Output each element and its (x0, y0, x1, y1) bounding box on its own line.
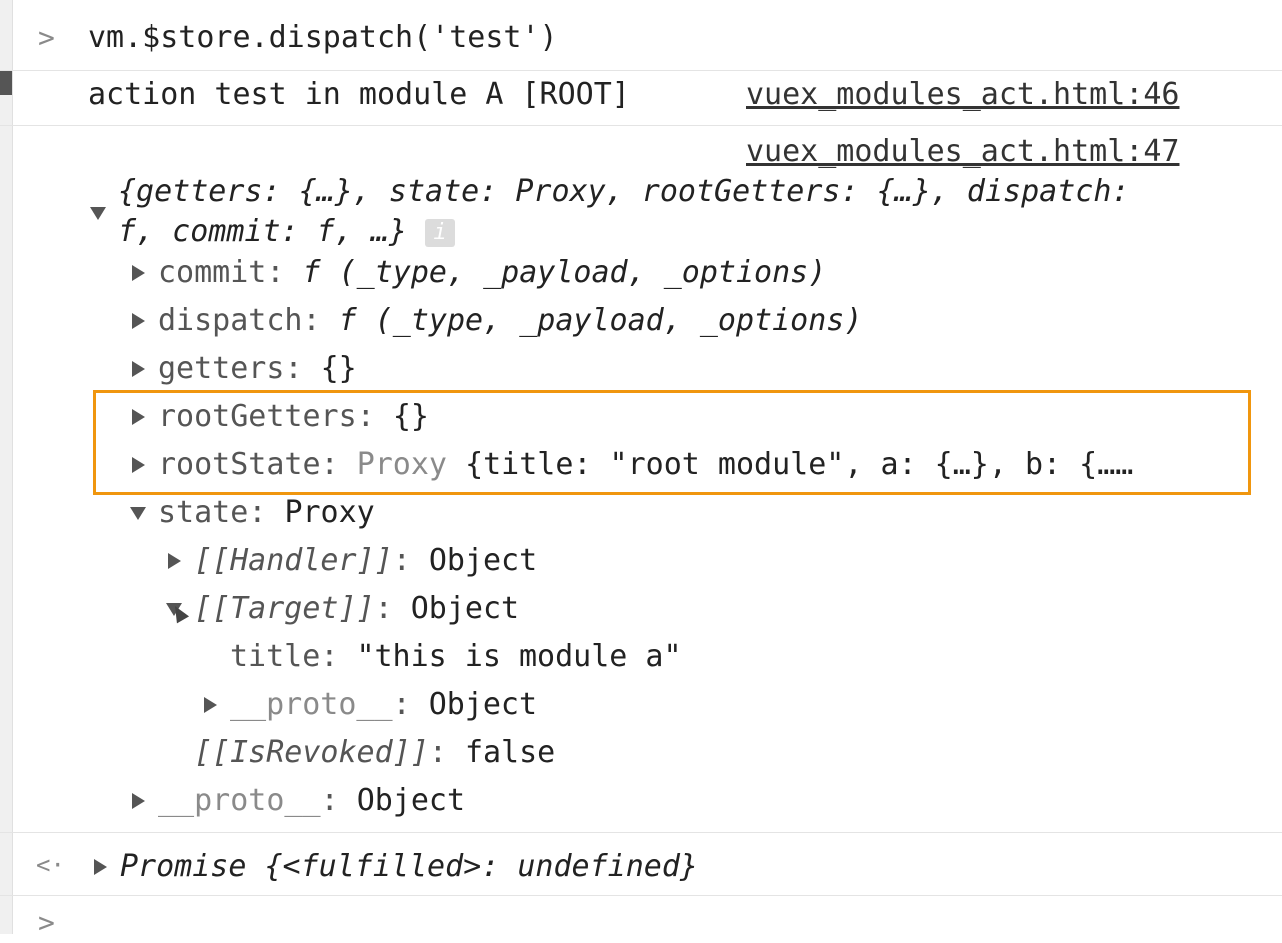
chevron-right-icon (203, 697, 217, 713)
return-arrow-icon: <· (36, 851, 65, 879)
input-command[interactable]: vm.$store.dispatch('test') (88, 18, 558, 58)
expand-toggle[interactable] (202, 685, 218, 725)
prop-proxy-label: Proxy (356, 447, 447, 482)
object-summary-text: f, commit: f, …} (118, 214, 407, 249)
prop-key: commit (158, 255, 267, 290)
expand-toggle[interactable] (92, 847, 108, 887)
prop-key: __proto__ (158, 783, 321, 818)
object-summary[interactable]: {getters: {…}, state: Proxy, rootGetters… (118, 172, 1129, 212)
prop-value: Object (428, 543, 538, 578)
divider (0, 70, 1282, 71)
prop-key: [[IsRevoked]] (194, 735, 429, 770)
expand-toggle[interactable] (130, 253, 146, 293)
expand-toggle[interactable] (90, 193, 106, 233)
gutter-marker (0, 70, 12, 95)
prop-key: state (158, 495, 249, 530)
chevron-down-icon (90, 206, 106, 220)
info-icon[interactable]: i (425, 218, 456, 247)
prop-value: {} (320, 351, 357, 386)
chevron-right-icon (131, 793, 145, 809)
prop-commit[interactable]: commit: f (_type, _payload, _options) (158, 253, 826, 293)
prop-proto-outer[interactable]: __proto__: Object (158, 781, 465, 821)
prop-value: Object (428, 687, 538, 722)
prop-key: getters (158, 351, 285, 386)
expand-toggle[interactable] (130, 301, 146, 341)
chevron-down-icon (130, 506, 146, 520)
divider (0, 832, 1282, 833)
chevron-right-icon (131, 313, 145, 329)
prop-value: f (_type, _payload, _options) (302, 255, 827, 290)
chevron-right-icon (131, 265, 145, 281)
object-summary-cont[interactable]: f, commit: f, …} i (118, 212, 456, 252)
console-gutter (0, 0, 13, 934)
log-source-link[interactable]: vuex_modules_act.html:46 (746, 75, 1179, 115)
expand-toggle[interactable] (130, 445, 146, 485)
log-message: action test in module A [ROOT] (88, 77, 630, 112)
divider (0, 125, 1282, 126)
expand-toggle[interactable] (130, 349, 146, 389)
prop-key: [[Handler]] (194, 543, 393, 578)
chevron-right-icon (131, 457, 145, 473)
prop-value: Object (410, 591, 520, 626)
prop-rootState[interactable]: rootState: Proxy {title: "root module", … (158, 445, 1133, 485)
expand-toggle[interactable] (130, 493, 146, 533)
prop-key: __proto__ (230, 687, 393, 722)
expand-toggle[interactable] (130, 781, 146, 821)
prop-value: {title: "root module", a: {…}, b: {…… (465, 447, 1134, 482)
prop-key: rootState (158, 447, 321, 482)
input-prompt-icon: > (38, 21, 55, 54)
prop-rootGetters[interactable]: rootGetters: {} (158, 397, 429, 437)
prop-isrevoked[interactable]: [[IsRevoked]]: false (194, 733, 555, 773)
prop-key: title (230, 639, 321, 674)
prop-value: {} (392, 399, 429, 434)
prop-value: Object (356, 783, 466, 818)
prop-state[interactable]: state: Proxy (158, 493, 375, 533)
prop-key: [[Target]] (194, 591, 375, 626)
chevron-right-icon (131, 361, 145, 377)
console-prompt-icon[interactable]: > (38, 903, 55, 943)
chevron-right-icon (167, 553, 181, 569)
prop-getters[interactable]: getters: {} (158, 349, 357, 389)
prop-key: dispatch (158, 303, 303, 338)
expand-toggle[interactable] (130, 397, 146, 437)
prop-title[interactable]: title: "this is module a" (230, 637, 682, 677)
chevron-right-icon (131, 409, 145, 425)
prop-value: false (464, 735, 556, 770)
prop-proto-inner[interactable]: __proto__: Object (230, 685, 537, 725)
prop-key: rootGetters (158, 399, 357, 434)
prop-handler[interactable]: [[Handler]]: Object (194, 541, 537, 581)
prop-dispatch[interactable]: dispatch: f (_type, _payload, _options) (158, 301, 862, 341)
prop-value: f (_type, _payload, _options) (338, 303, 863, 338)
log-source-link[interactable]: vuex_modules_act.html:47 (746, 132, 1179, 172)
chevron-right-icon (93, 859, 107, 875)
prop-target[interactable]: [[Target]]: Object (194, 589, 519, 629)
result-value[interactable]: Promise {<fulfilled>: undefined} (120, 847, 698, 887)
divider (0, 895, 1282, 896)
prop-value: Proxy (284, 495, 375, 530)
expand-toggle[interactable] (166, 541, 182, 581)
prop-value: "this is module a" (356, 639, 682, 674)
